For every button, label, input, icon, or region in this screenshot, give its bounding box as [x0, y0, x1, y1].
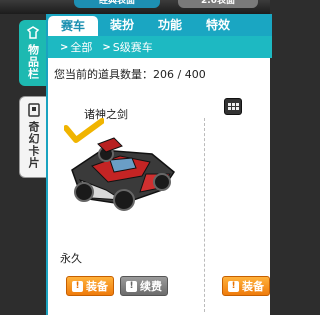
renew-label: 续费 [140, 280, 162, 293]
equip-button-second[interactable]: ! 装备 [222, 276, 270, 296]
renew-button[interactable]: ! 续费 [120, 276, 168, 296]
exclamation-icon: ! [126, 280, 137, 292]
chevron-right-icon: > [102, 41, 111, 53]
exclamation-icon: ! [72, 280, 83, 292]
inventory-panel: 赛车 装扮 功能 特效 > 全部 > S级赛车 您当前的道具数量：206 / 4… [46, 14, 272, 315]
side-tab-label: 奇幻卡片 [27, 121, 40, 169]
item-duration: 永久 [60, 252, 82, 265]
equip-label: 装备 [242, 280, 264, 293]
tab-cars[interactable]: 赛车 [48, 16, 98, 36]
tab-function[interactable]: 功能 [146, 14, 194, 36]
item-count: 您当前的道具数量：206 / 400 [54, 68, 206, 81]
side-tab-label: 物品栏 [26, 44, 40, 80]
side-tab-fantasy-cards[interactable]: 奇幻卡片 [19, 96, 47, 178]
equip-label: 装备 [86, 280, 108, 293]
top-tab-classic[interactable]: 经典表面 [74, 0, 160, 8]
subtab-s-class[interactable]: > S级赛车 [102, 39, 152, 55]
main-tabs: 赛车 装扮 功能 特效 [48, 14, 272, 36]
card-icon [27, 103, 40, 117]
exclamation-icon: ! [228, 280, 239, 292]
tab-outfit[interactable]: 装扮 [98, 14, 146, 36]
item-divider [204, 118, 205, 312]
sub-tabs: > 全部 > S级赛车 [48, 36, 272, 58]
hanger-icon [26, 26, 40, 39]
calculator-icon[interactable] [224, 98, 242, 115]
chevron-right-icon: > [60, 41, 69, 53]
equip-button[interactable]: ! 装备 [66, 276, 114, 296]
side-tab-inventory[interactable]: 物品栏 [19, 20, 47, 86]
tab-effects[interactable]: 特效 [194, 14, 242, 36]
subtab-label: S级赛车 [112, 41, 153, 54]
subtab-all[interactable]: > 全部 [60, 39, 92, 55]
top-tab-2-0[interactable]: 2.0表面 [178, 0, 258, 8]
race-car-image [71, 137, 176, 211]
subtab-label: 全部 [70, 41, 93, 54]
